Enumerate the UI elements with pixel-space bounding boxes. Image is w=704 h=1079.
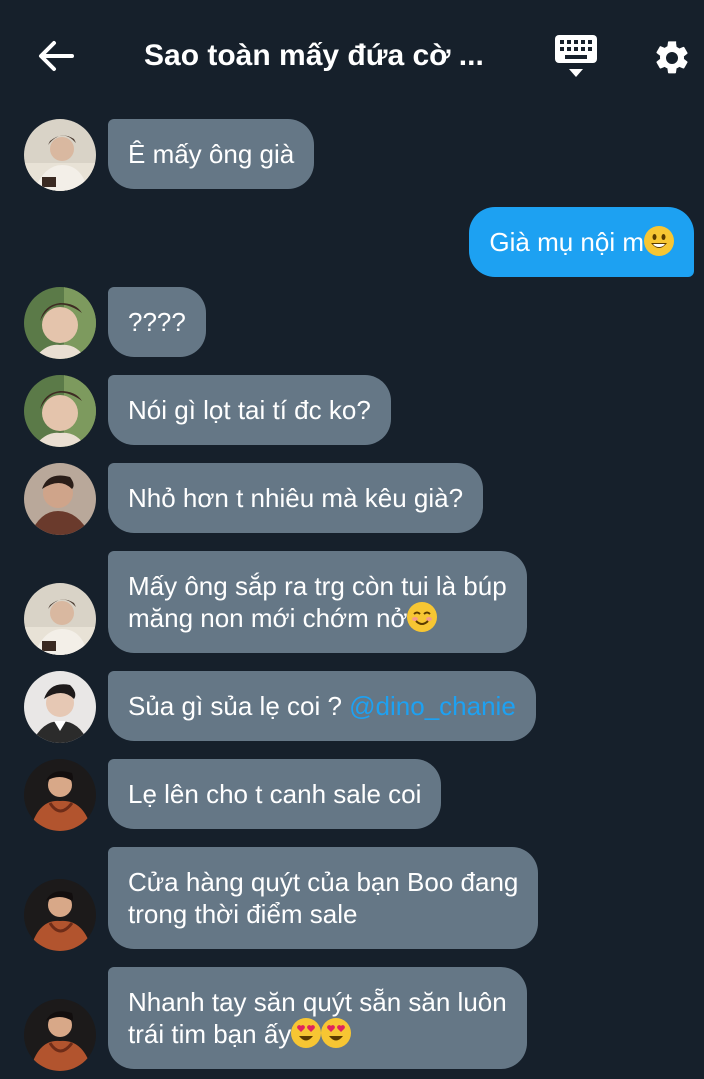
user-mention-link[interactable]: @dino_chanie <box>349 691 516 721</box>
keyboard-toggle-button[interactable] <box>548 30 604 84</box>
message-bubble-incoming[interactable]: Nhỏ hơn t nhiêu mà kêu già? <box>108 463 484 533</box>
settings-button[interactable] <box>646 32 698 84</box>
heart-eyes-face-emoji <box>321 1018 352 1048</box>
message-bubble-incoming[interactable]: ???? <box>108 287 206 357</box>
avatar[interactable] <box>24 671 96 743</box>
message-text: Sủa gì sủa lẹ coi ? <box>128 691 342 721</box>
message-text: Nhỏ hơn t nhiêu mà kêu già? <box>128 483 464 513</box>
avatar[interactable] <box>24 463 96 535</box>
avatar[interactable] <box>24 879 96 951</box>
grinning-face-emoji <box>644 226 674 256</box>
message-bubble-incoming[interactable]: Ê mấy ông già <box>108 119 315 189</box>
avatar-photo <box>24 759 96 831</box>
message-text-line: Nhanh tay săn quýt sẵn săn luôn <box>128 987 507 1017</box>
message-bubble-incoming[interactable]: Mấy ông sắp ra trg còn tui là búp măng n… <box>108 551 527 653</box>
avatar[interactable] <box>24 375 96 447</box>
avatar-photo <box>24 119 96 191</box>
message-bubble-incoming[interactable]: Nói gì lọt tai tí đc ko? <box>108 375 391 445</box>
avatar-photo <box>24 375 96 447</box>
message-bubble-outgoing[interactable]: Già mụ nội m <box>469 207 694 277</box>
heart-eyes-face-emoji <box>291 1018 322 1048</box>
message-text: ???? <box>128 307 186 337</box>
message-text: Lẹ lên cho t canh sale coi <box>128 779 422 809</box>
avatar[interactable] <box>24 759 96 831</box>
avatar[interactable] <box>24 583 96 655</box>
gear-icon <box>656 41 688 74</box>
message-text-line: măng non mới chớm nở <box>128 602 507 634</box>
avatar-photo <box>24 287 96 359</box>
avatar[interactable] <box>24 999 96 1071</box>
message-text-line: Mấy ông sắp ra trg còn tui là búp <box>128 571 507 601</box>
message-text: Ê mấy ông già <box>128 139 295 169</box>
message-text-line: Cửa hàng quýt của bạn Boo đang <box>128 867 519 897</box>
avatar[interactable] <box>24 119 96 191</box>
message-bubble-incoming[interactable]: Lẹ lên cho t canh sale coi <box>108 759 442 829</box>
message-text-line: trong thời điểm sale <box>128 899 358 929</box>
smiling-face-emoji <box>407 602 438 632</box>
message-bubble-incoming[interactable]: Cửa hàng quýt của bạn Boo đang trong thờ… <box>108 847 539 949</box>
message-text: Già mụ nội m <box>489 227 644 257</box>
arrow-left-icon <box>39 41 74 71</box>
back-button[interactable] <box>30 30 82 82</box>
avatar-photo <box>24 583 96 655</box>
avatar[interactable] <box>24 287 96 359</box>
keyboard-hide-icon <box>555 35 597 77</box>
message-text-line: trái tim bạn ấy <box>128 1018 507 1050</box>
chat-header: Sao toàn mấy đứa cờ ... <box>0 0 704 112</box>
message-bubble-incoming[interactable]: Nhanh tay săn quýt sẵn săn luôn trái tim… <box>108 967 527 1069</box>
message-bubble-incoming[interactable]: Sủa gì sủa lẹ coi ? @dino_chanie <box>108 671 536 741</box>
conversation-title[interactable]: Sao toàn mấy đứa cờ ... <box>144 36 514 76</box>
avatar-photo <box>24 671 96 743</box>
message-text: Nói gì lọt tai tí đc ko? <box>128 395 371 425</box>
avatar-photo <box>24 463 96 535</box>
avatar-photo <box>24 879 96 951</box>
avatar-photo <box>24 999 96 1071</box>
chat-screen: Sao toàn mấy đứa cờ ... Ê mấy ông già Gi… <box>0 0 704 1079</box>
